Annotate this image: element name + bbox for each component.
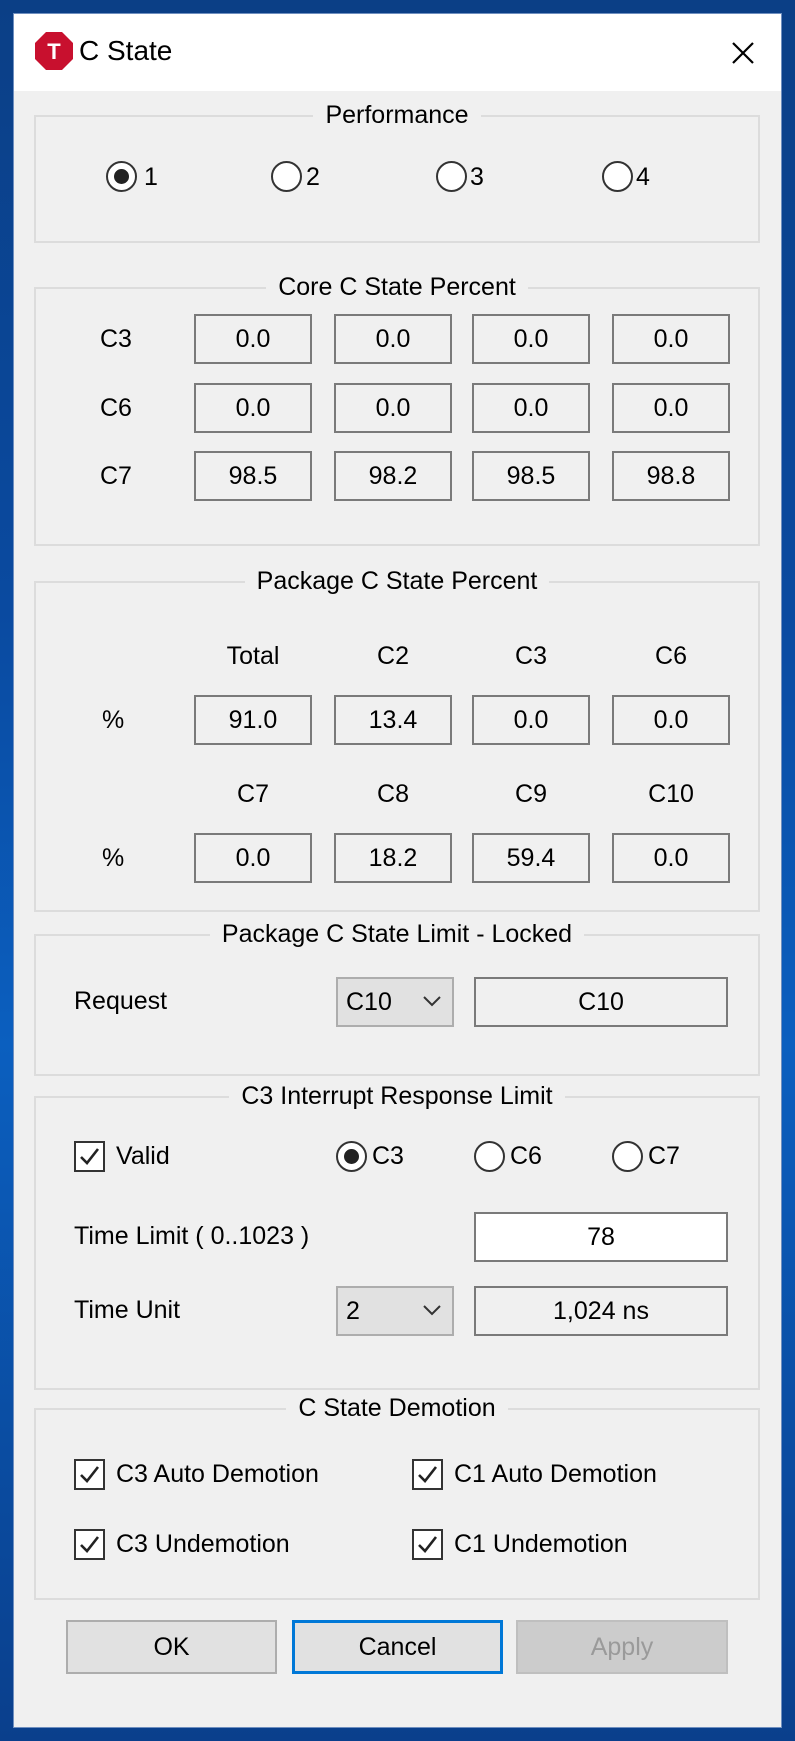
package-row-label: % — [102, 844, 125, 872]
package-header-total: Total — [226, 642, 280, 670]
package-total-value: 91.0 — [194, 695, 312, 745]
demotion-group: C State Demotion C3 Auto Demotion C1 Aut… — [34, 1394, 760, 1600]
close-icon — [732, 41, 754, 64]
package-c-state-legend: Package C State Percent — [244, 567, 550, 595]
performance-radio-2[interactable] — [271, 161, 302, 192]
package-c3-value: 0.0 — [472, 695, 590, 745]
interrupt-limit-group: C3 Interrupt Response Limit Valid C3 C6 … — [34, 1082, 760, 1390]
package-header-c10: C10 — [648, 780, 694, 808]
time-unit-select-value: 2 — [346, 1297, 360, 1325]
cancel-button[interactable]: Cancel — [292, 1620, 503, 1674]
c1-undemotion-label: C1 Undemotion — [454, 1530, 628, 1558]
package-header-c7: C7 — [237, 780, 269, 808]
performance-option-label: 2 — [306, 163, 320, 191]
c-state-dialog: T C State Performance 1 2 3 4 Core C Sta… — [13, 13, 782, 1728]
valid-checkbox[interactable] — [74, 1141, 105, 1172]
core-c6-core2-value: 0.0 — [472, 383, 590, 433]
core-c-state-legend: Core C State Percent — [266, 273, 528, 301]
close-button[interactable] — [705, 14, 781, 91]
time-unit-label: Time Unit — [74, 1296, 181, 1324]
package-header-c3: C3 — [515, 642, 547, 670]
checkmark-icon — [80, 1466, 100, 1483]
window-title: C State — [79, 35, 173, 66]
performance-radio-4[interactable] — [602, 161, 633, 192]
package-header-c9: C9 — [515, 780, 547, 808]
core-row-label-c7: C7 — [100, 462, 132, 490]
demotion-legend: C State Demotion — [286, 1394, 508, 1422]
chevron-down-icon — [423, 996, 441, 1007]
time-limit-input[interactable]: 78 — [474, 1212, 728, 1262]
performance-radio-1[interactable] — [106, 161, 137, 192]
apply-button[interactable]: Apply — [516, 1620, 728, 1674]
core-c7-core1-value: 98.2 — [334, 451, 452, 501]
performance-option-label: 3 — [470, 163, 484, 191]
core-c-state-group: Core C State Percent C3 0.0 0.0 0.0 0.0 … — [34, 273, 760, 546]
interrupt-radio-c3[interactable] — [336, 1141, 367, 1172]
request-display: C10 — [474, 977, 728, 1027]
interrupt-option-label: C7 — [648, 1142, 680, 1170]
interrupt-radio-c6[interactable] — [474, 1141, 505, 1172]
core-c3-core3-value: 0.0 — [612, 314, 730, 364]
c3-auto-demotion-checkbox[interactable] — [74, 1459, 105, 1490]
checkmark-icon — [80, 1536, 100, 1553]
request-select[interactable]: C10 — [336, 977, 454, 1027]
title-bar: T C State — [14, 14, 781, 91]
package-limit-group: Package C State Limit - Locked Request C… — [34, 920, 760, 1076]
core-row-label-c6: C6 — [100, 394, 132, 422]
package-header-c2: C2 — [377, 642, 409, 670]
logo-letter: T — [47, 39, 61, 64]
chevron-down-icon — [423, 1305, 441, 1316]
checkmark-icon — [418, 1536, 438, 1553]
core-c7-core2-value: 98.5 — [472, 451, 590, 501]
core-c6-core0-value: 0.0 — [194, 383, 312, 433]
performance-legend: Performance — [313, 101, 481, 129]
c3-undemotion-label: C3 Undemotion — [116, 1530, 290, 1558]
time-limit-label: Time Limit ( 0..1023 ) — [74, 1222, 310, 1250]
performance-group: Performance 1 2 3 4 — [34, 101, 760, 243]
interrupt-option-label: C3 — [372, 1142, 404, 1170]
core-row-label-c3: C3 — [100, 325, 132, 353]
performance-option-label: 4 — [636, 163, 650, 191]
valid-label: Valid — [116, 1142, 170, 1170]
package-c9-value: 59.4 — [472, 833, 590, 883]
c3-undemotion-checkbox[interactable] — [74, 1529, 105, 1560]
time-unit-select[interactable]: 2 — [336, 1286, 454, 1336]
interrupt-option-label: C6 — [510, 1142, 542, 1170]
core-c3-core0-value: 0.0 — [194, 314, 312, 364]
performance-radio-3[interactable] — [436, 161, 467, 192]
c1-auto-demotion-checkbox[interactable] — [412, 1459, 443, 1490]
c3-auto-demotion-label: C3 Auto Demotion — [116, 1460, 319, 1488]
core-c7-core3-value: 98.8 — [612, 451, 730, 501]
package-c8-value: 18.2 — [334, 833, 452, 883]
package-header-c8: C8 — [377, 780, 409, 808]
checkmark-icon — [418, 1466, 438, 1483]
package-c7-value: 0.0 — [194, 833, 312, 883]
core-c7-core0-value: 98.5 — [194, 451, 312, 501]
interrupt-radio-c7[interactable] — [612, 1141, 643, 1172]
core-c6-core1-value: 0.0 — [334, 383, 452, 433]
c1-auto-demotion-label: C1 Auto Demotion — [454, 1460, 657, 1488]
request-select-value: C10 — [346, 988, 392, 1016]
package-c-state-group: Package C State Percent Total C2 C3 C6 %… — [34, 567, 760, 912]
package-limit-legend: Package C State Limit - Locked — [209, 920, 585, 948]
package-c10-value: 0.0 — [612, 833, 730, 883]
app-logo-icon: T — [35, 32, 73, 70]
checkmark-icon — [80, 1148, 100, 1165]
core-c3-core2-value: 0.0 — [472, 314, 590, 364]
package-c6-value: 0.0 — [612, 695, 730, 745]
ok-button[interactable]: OK — [66, 1620, 277, 1674]
request-label: Request — [74, 987, 168, 1015]
package-row-label: % — [102, 706, 125, 734]
time-unit-display: 1,024 ns — [474, 1286, 728, 1336]
core-c6-core3-value: 0.0 — [612, 383, 730, 433]
c1-undemotion-checkbox[interactable] — [412, 1529, 443, 1560]
performance-option-label: 1 — [144, 163, 158, 191]
interrupt-legend: C3 Interrupt Response Limit — [229, 1082, 565, 1110]
package-header-c6: C6 — [655, 642, 687, 670]
package-c2-value: 13.4 — [334, 695, 452, 745]
core-c3-core1-value: 0.0 — [334, 314, 452, 364]
